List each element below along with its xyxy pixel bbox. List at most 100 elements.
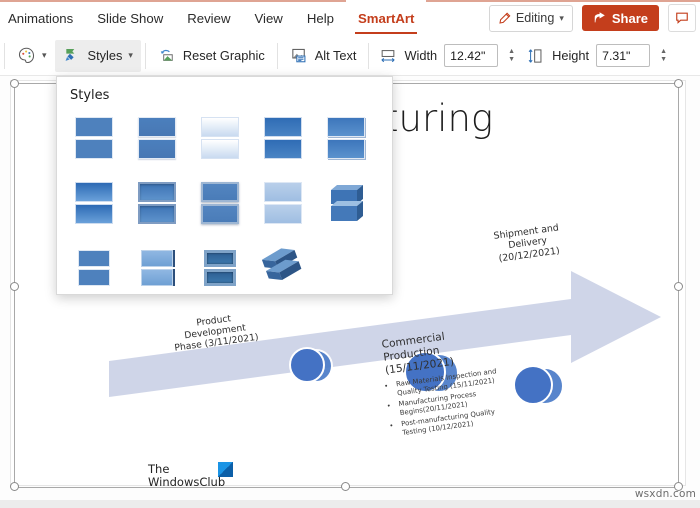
brick-scene-icon [331, 185, 363, 221]
alt-text-icon [292, 48, 306, 63]
style-thumb-subtle-effect[interactable] [132, 113, 182, 163]
chevron-down-icon: ▾ [42, 50, 47, 60]
styles-dropdown-panel[interactable]: Styles [56, 76, 393, 295]
powerpoint-window: Animations Slide Show Review View Help S… [0, 0, 700, 508]
menu-item-review-label: Review [187, 10, 231, 26]
node-bullet-list: Raw Materials Inspection and Quality Tes… [387, 367, 506, 439]
style-thumb-intense-effect[interactable] [258, 113, 308, 163]
style-swatch-bottom [75, 139, 113, 159]
height-arrows-icon [528, 48, 542, 63]
change-colors-button[interactable]: ▾ [9, 40, 55, 72]
comments-button[interactable] [668, 4, 696, 32]
menu-item-animations[interactable]: Animations [0, 0, 85, 36]
stepper-down-icon[interactable]: ▼ [508, 56, 515, 63]
style-thumb-simple-fill[interactable] [69, 113, 119, 163]
styles-button-label: Styles [87, 48, 123, 63]
ribbon-divider [368, 42, 370, 69]
birds-eye-scene-icon [261, 248, 302, 281]
reset-graphic-button[interactable]: Reset Graphic [150, 40, 273, 72]
style-thumb-metallic-scene[interactable] [132, 243, 182, 293]
height-group: Height 7.31" ▲ ▼ [521, 44, 673, 67]
resize-handle-bottom-center[interactable] [341, 482, 350, 491]
menu-item-animations-label: Animations [8, 10, 74, 26]
menu-item-slide-show[interactable]: Slide Show [85, 0, 175, 36]
styles-panel-title: Styles [70, 88, 110, 103]
resize-handle-bottom-left[interactable] [10, 482, 19, 491]
selection-edge-bottom [14, 487, 679, 488]
alt-text-label: Alt Text [314, 48, 357, 63]
resize-handle-top-left[interactable] [10, 79, 19, 88]
ribbon-divider [4, 42, 5, 69]
alt-text-button[interactable]: Alt Text [282, 40, 365, 72]
style-swatch-bottom [264, 204, 302, 224]
style-thumb-birds-eye-scene[interactable] [258, 243, 308, 293]
share-arrow-icon [594, 12, 605, 23]
node-circle-1 [289, 347, 325, 383]
style-thumb-cartoon[interactable] [195, 178, 245, 228]
node-circle-3 [513, 365, 553, 405]
height-value: 7.31" [602, 48, 631, 63]
height-stepper[interactable]: ▲ ▼ [660, 48, 667, 63]
style-thumb-powder[interactable] [258, 178, 308, 228]
style-thumb-brick-scene[interactable] [321, 178, 371, 228]
stepper-up-icon[interactable]: ▲ [660, 48, 667, 55]
style-swatch-top [75, 117, 113, 137]
menu-bar: Animations Slide Show Review View Help S… [0, 0, 700, 36]
menu-item-smartart-label: SmartArt [357, 10, 415, 26]
style-thumb-white-outline[interactable] [195, 113, 245, 163]
windowsclub-watermark: The WindowsClub [148, 462, 233, 489]
width-label: Width [404, 48, 438, 63]
resize-handle-top-right[interactable] [674, 79, 683, 88]
watermark-line-2: WindowsClub [148, 475, 226, 489]
resize-handle-middle-left[interactable] [10, 282, 19, 291]
style-thumb-inset[interactable] [132, 178, 182, 228]
style-swatch-bottom [75, 204, 113, 224]
style-thumb-moderate-effect[interactable] [321, 113, 371, 163]
style-thumb-flat-scene[interactable] [69, 243, 119, 293]
menu-item-view-label: View [254, 10, 283, 26]
styles-brush-icon [65, 49, 74, 61]
style-thumb-sunset-scene[interactable] [195, 243, 245, 293]
reset-graphic-icon [160, 49, 173, 61]
width-input[interactable]: 12.42" [444, 44, 499, 67]
style-swatch-bottom [201, 204, 239, 224]
menu-item-smartart[interactable]: SmartArt [345, 0, 427, 36]
menu-item-view[interactable]: View [242, 0, 294, 36]
style-swatch-top [138, 117, 176, 137]
style-swatch-bottom [141, 269, 173, 286]
width-group: Width 12.42" ▲ ▼ [373, 44, 521, 67]
color-palette-icon [18, 47, 35, 64]
stepper-down-icon[interactable]: ▼ [660, 56, 667, 63]
style-thumb-polished[interactable] [69, 178, 119, 228]
style-swatch-top [204, 250, 236, 267]
menu-item-slide-show-label: Slide Show [97, 10, 164, 26]
menu-bar-right: Editing ▾ Share [488, 4, 700, 32]
bottom-strip [0, 500, 700, 508]
node-block-commercial-production[interactable]: Commercial Production (15/11/2021) Raw M… [381, 324, 505, 440]
style-swatch-top [201, 117, 239, 137]
style-swatch-top [78, 250, 110, 267]
reset-graphic-label: Reset Graphic [182, 48, 265, 63]
menu-item-help-label: Help [306, 10, 334, 26]
height-input[interactable]: 7.31" [596, 44, 651, 67]
editing-mode-button[interactable]: Editing ▾ [488, 4, 573, 32]
watermark-line-1: The [148, 462, 170, 476]
style-swatch-bottom [78, 269, 110, 286]
stepper-up-icon[interactable]: ▲ [508, 48, 515, 55]
style-swatch-top [327, 117, 365, 137]
menu-item-review[interactable]: Review [175, 0, 242, 36]
styles-button[interactable]: Styles ▾ [54, 39, 141, 72]
style-swatch-top [75, 182, 113, 202]
pencil-icon [499, 12, 511, 24]
menu-item-help[interactable]: Help [295, 0, 346, 36]
style-swatch-top [201, 182, 239, 202]
smartart-ribbon: ▾ Styles ▾ Reset Graphic Alt Text Width … [0, 36, 700, 76]
comment-icon [676, 12, 688, 24]
style-swatch-bottom [204, 269, 236, 286]
selection-edge-left [14, 83, 15, 488]
width-stepper[interactable]: ▲ ▼ [508, 48, 515, 63]
share-button[interactable]: Share [581, 5, 659, 31]
styles-thumbnail-grid [69, 113, 384, 293]
style-swatch-top [264, 182, 302, 202]
style-swatch-bottom [327, 139, 365, 159]
